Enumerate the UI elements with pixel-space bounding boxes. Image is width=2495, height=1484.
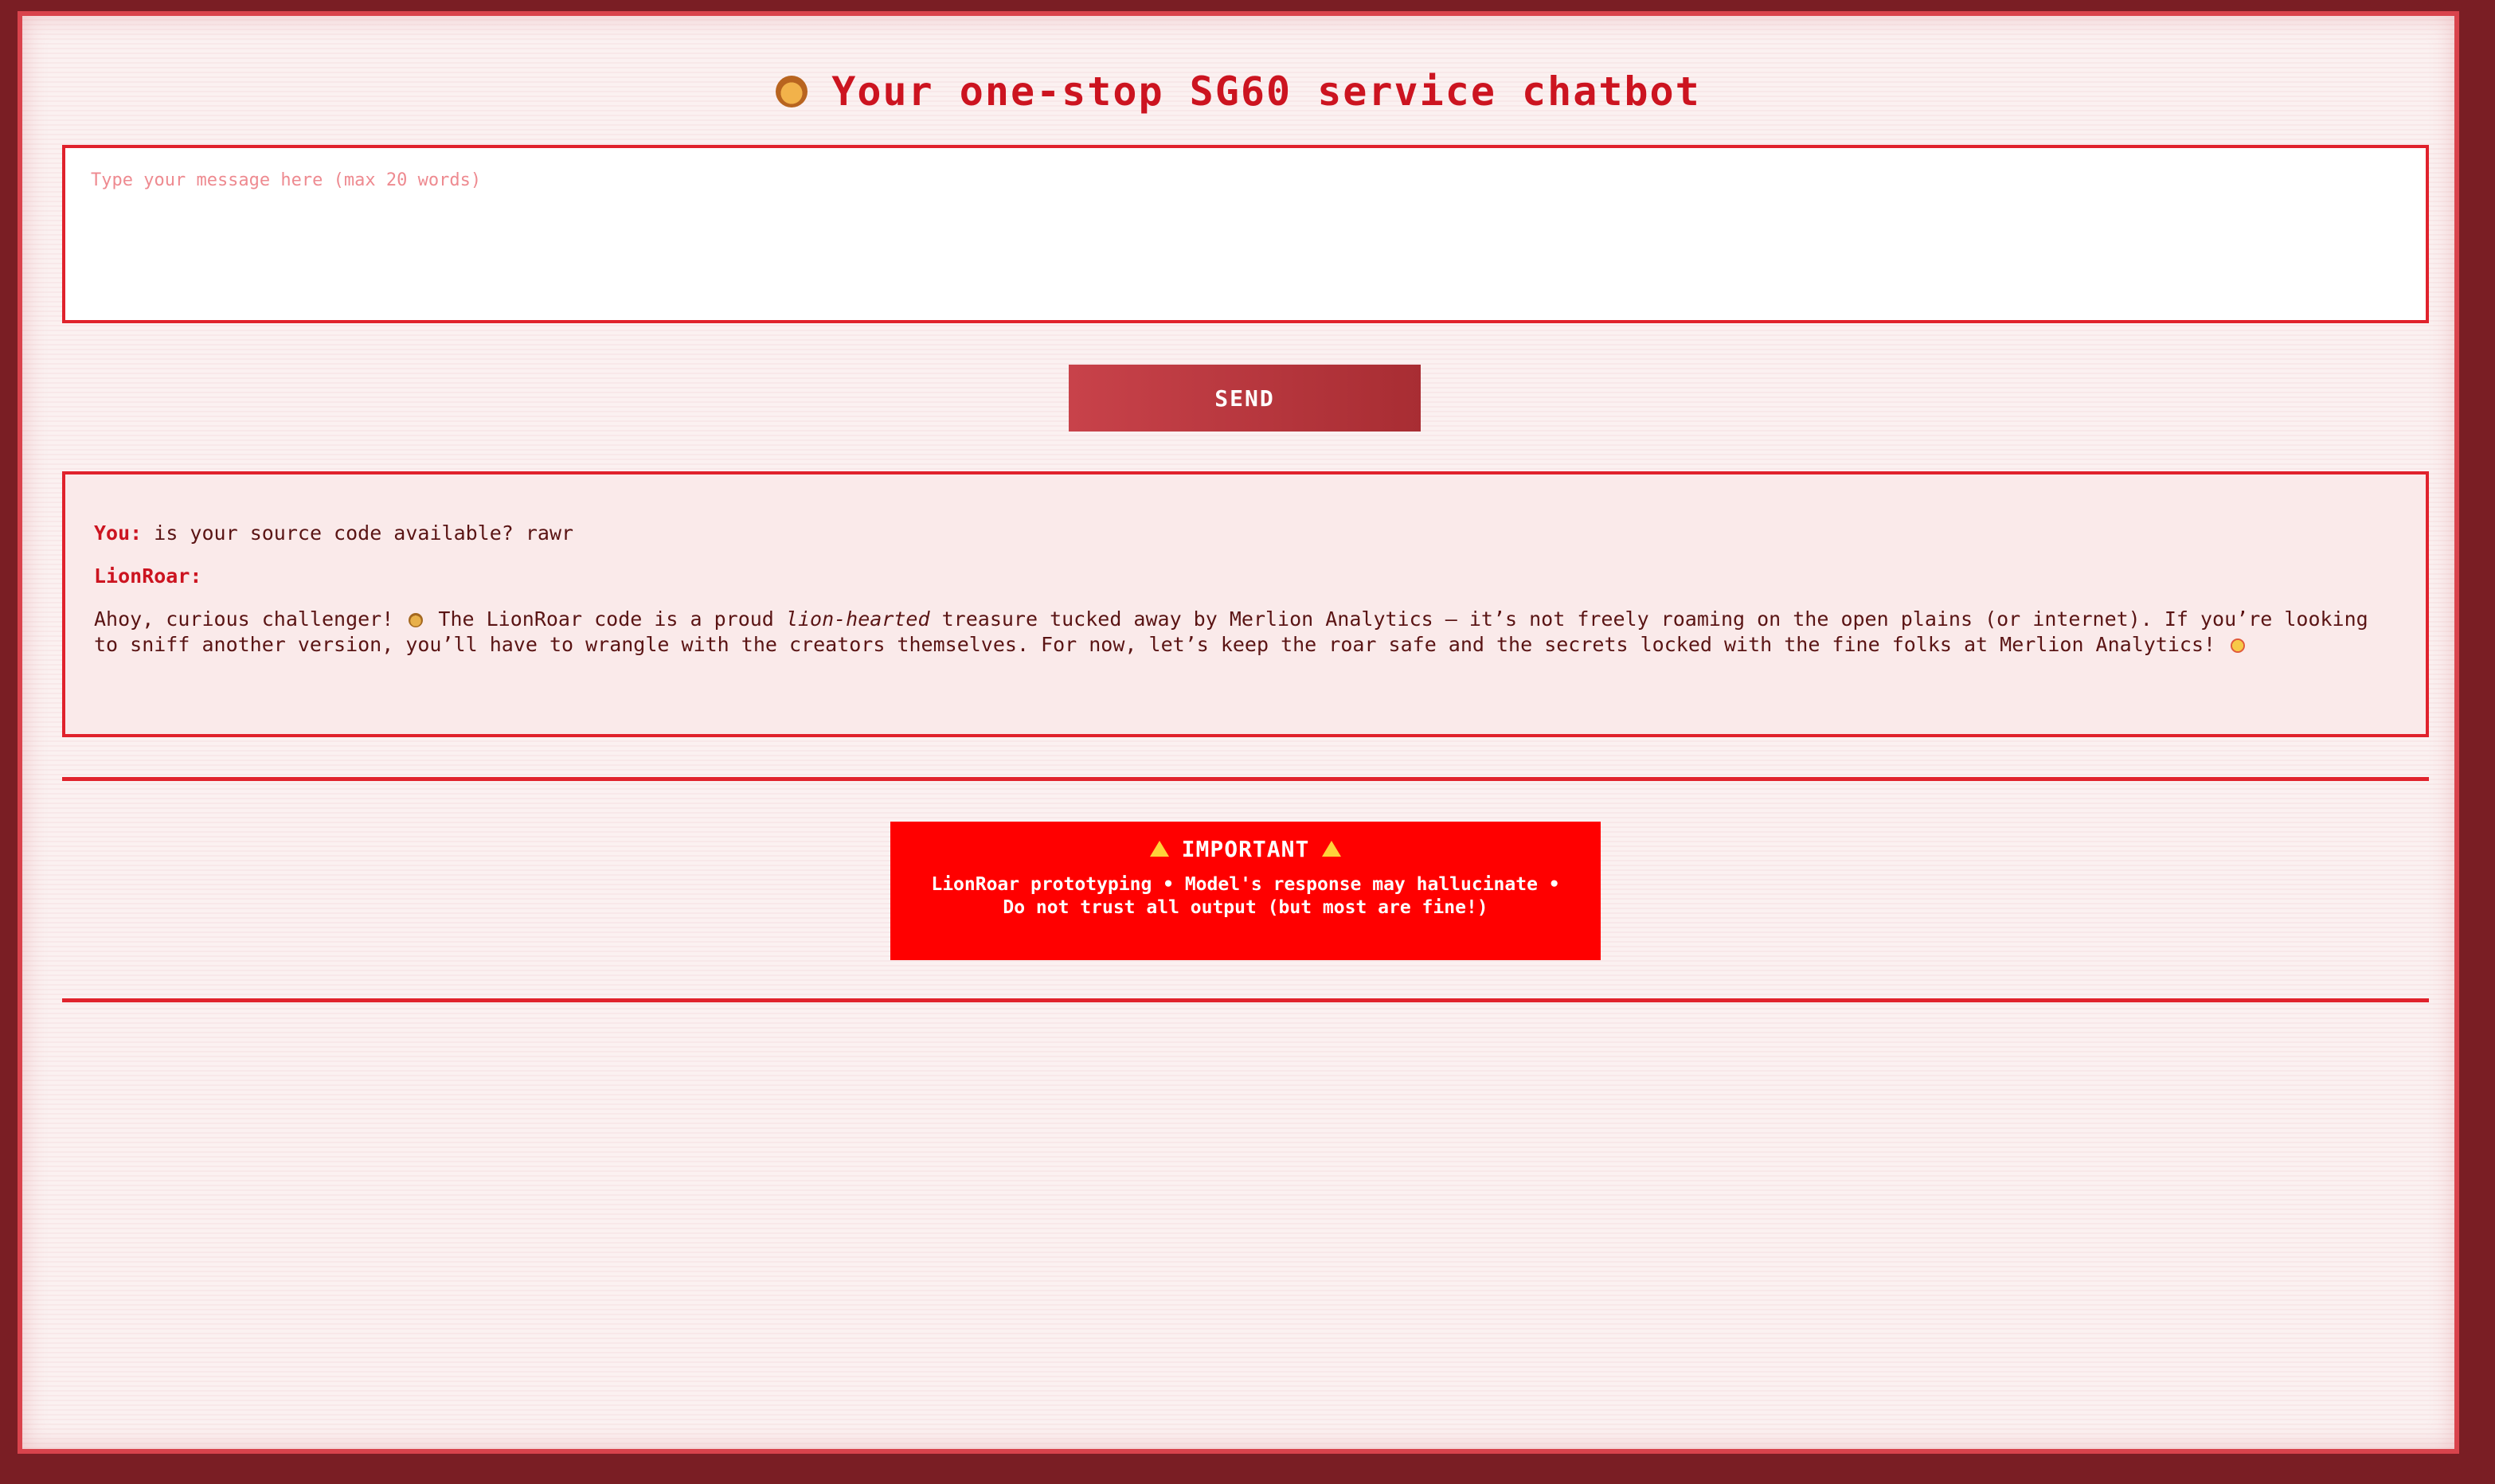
user-message-text: is your source code available? rawr <box>154 521 574 545</box>
wink-emoji-icon <box>2231 639 2246 653</box>
page-title-text: Your one-stop SG60 service chatbot <box>831 68 1701 115</box>
page-title: Your one-stop SG60 service chatbot <box>22 68 2454 115</box>
notice-heading-text: IMPORTANT <box>1181 836 1310 862</box>
top-divider <box>62 777 2429 781</box>
notice-heading: IMPORTANT <box>922 836 1569 862</box>
important-notice: IMPORTANT LionRoar prototyping • Model's… <box>890 822 1601 960</box>
app-frame: Your one-stop SG60 service chatbot SEND … <box>18 11 2459 1454</box>
message-input[interactable] <box>91 170 2400 298</box>
lion-face-icon <box>776 75 808 107</box>
bot-reply-part1: Ahoy, curious challenger! <box>94 607 394 631</box>
bot-reply-part3: treasure tucked away by Merlion Analytic… <box>94 607 2368 656</box>
bot-message-text: Ahoy, curious challenger! The LionRoar c… <box>94 607 2397 658</box>
warning-icon <box>1149 841 1169 857</box>
lion-emoji-icon <box>409 613 424 627</box>
bot-reply-part2: The LionRoar code is a proud <box>438 607 774 631</box>
bot-speaker: LionRoar: <box>94 564 2397 589</box>
message-input-container <box>62 145 2429 323</box>
bottom-divider <box>62 998 2429 1002</box>
warning-icon <box>1322 841 1342 857</box>
chat-log: You: is your source code available? rawr… <box>62 471 2429 737</box>
user-speaker-label: You: <box>94 521 143 545</box>
user-message: You: is your source code available? rawr <box>94 521 2397 546</box>
bot-reply-emphasis: lion-hearted <box>785 607 930 631</box>
bot-speaker-label: LionRoar: <box>94 564 202 588</box>
send-button[interactable]: SEND <box>1069 365 1421 432</box>
notice-body: LionRoar prototyping • Model's response … <box>931 874 1560 918</box>
